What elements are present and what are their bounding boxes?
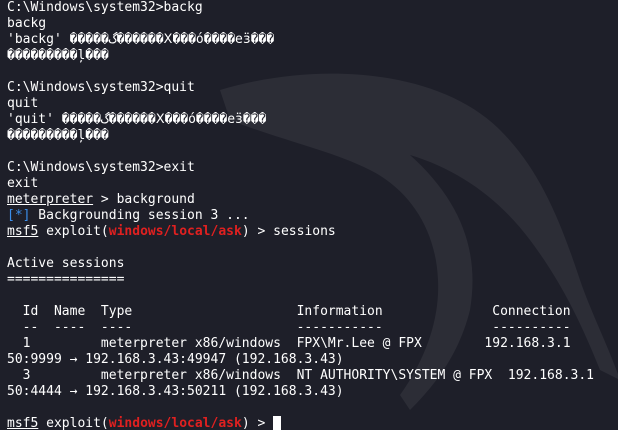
output-line: 'backg' �����گ������Ⅹ���ó����eӟ��� xyxy=(7,32,275,47)
output-line: C:\Windows\system32>backg xyxy=(7,0,203,15)
meterpreter-prompt: meterpreter xyxy=(7,192,94,207)
module-name: windows/local/ask xyxy=(108,416,242,430)
table-row-wrap: 50:9999 → 192.168.3.43:49947 (192.168.3.… xyxy=(7,352,344,367)
text-cursor[interactable] xyxy=(273,416,282,430)
table-row: 1 meterpreter x86/windows FPX\Mr.Lee @ F… xyxy=(7,336,571,351)
sessions-command: sessions xyxy=(273,224,336,239)
prompt-text: ) > xyxy=(241,416,274,430)
section-title: Active sessions xyxy=(7,256,125,271)
status-line: [*] Backgrounding session 3 ... xyxy=(7,208,618,224)
terminal-output: C:\Windows\system32>backg backg 'backg' … xyxy=(7,0,618,430)
info-marker: [*] xyxy=(7,208,31,223)
output-line: backg xyxy=(7,16,47,31)
output-line: C:\Windows\system32>quit xyxy=(7,80,195,95)
output-line: ���������ļ��� xyxy=(7,48,109,63)
table-row-wrap: 50:4444 → 192.168.3.43:50211 (192.168.3.… xyxy=(7,384,344,399)
table-header-underline: -- ---- ---- ----------- ---------- xyxy=(7,320,571,335)
module-name: windows/local/ask xyxy=(108,224,242,239)
prompt-text: exploit( xyxy=(38,416,109,430)
meterpreter-prompt-line: meterpreter > background xyxy=(7,192,618,208)
output-line: C:\Windows\system32>exit xyxy=(7,160,195,175)
output-line: 'quit' �����گ������Ⅹ���ó����eӟ��� xyxy=(7,112,267,127)
msf-prompt-label: msf5 xyxy=(7,416,39,430)
status-text: Backgrounding session 3 ... xyxy=(30,208,250,223)
msf-prompt-line: msf5 exploit(windows/local/ask) > sessio… xyxy=(7,224,618,240)
output-line: exit xyxy=(7,176,39,191)
output-line: quit xyxy=(7,96,39,111)
msf-input-line[interactable]: msf5 exploit(windows/local/ask) > xyxy=(7,416,618,430)
background-command: > background xyxy=(93,192,195,207)
output-line: ���������ļ��� xyxy=(7,128,109,143)
table-row: 3 meterpreter x86/windows NT AUTHORITY\S… xyxy=(7,368,594,383)
terminal-window[interactable]: C:\Windows\system32>backg backg 'backg' … xyxy=(0,0,618,430)
prompt-text: ) > xyxy=(241,224,274,239)
msf-prompt-label: msf5 xyxy=(7,224,39,239)
table-header: Id Name Type Information Connection xyxy=(7,304,571,319)
prompt-text: exploit( xyxy=(38,224,109,239)
section-underline: =============== xyxy=(7,272,125,287)
